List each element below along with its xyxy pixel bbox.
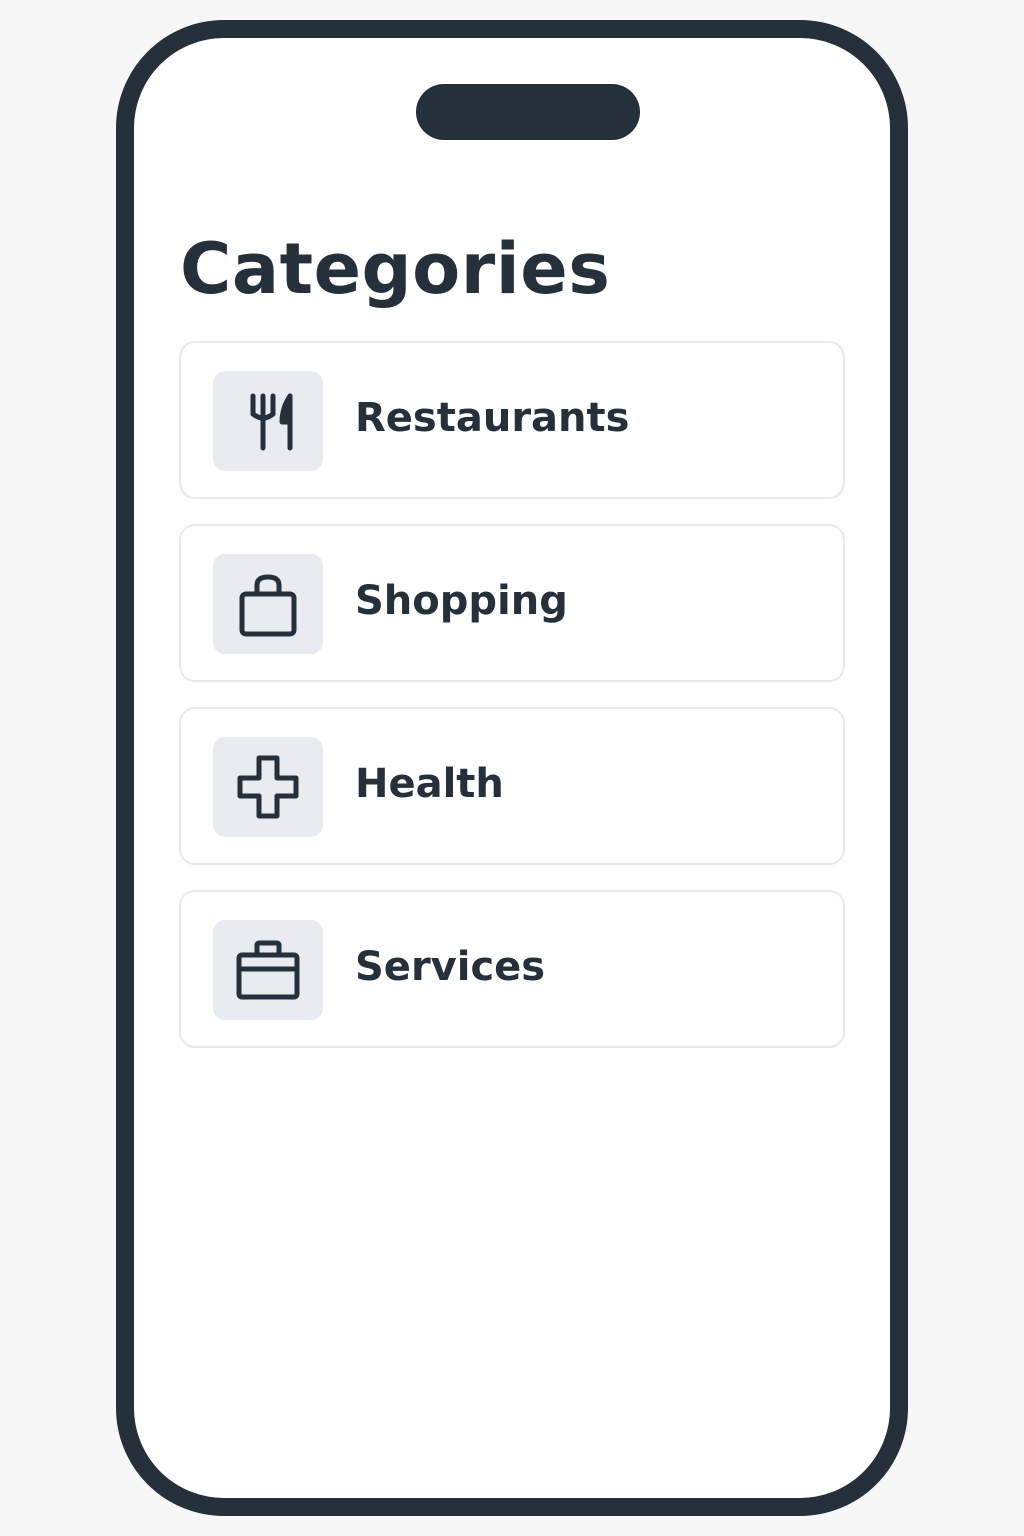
shopping-icon-box (213, 554, 323, 654)
page-title: Categories (180, 228, 611, 310)
health-icon-box (213, 737, 323, 837)
medical-cross-icon (237, 755, 299, 819)
phone-notch (416, 84, 640, 140)
category-item-shopping[interactable]: Shopping (179, 524, 845, 682)
category-item-services[interactable]: Services (179, 890, 845, 1048)
briefcase-icon (236, 940, 300, 1000)
phone-frame: Categories Restaurants Shopping Health S… (116, 20, 908, 1516)
restaurants-icon-box (213, 371, 323, 471)
fork-knife-icon (250, 393, 293, 451)
category-list: Restaurants Shopping Health Services (179, 341, 845, 1073)
category-label: Restaurants (355, 395, 630, 441)
shopping-bag-icon (239, 574, 297, 637)
category-label: Health (355, 761, 504, 807)
category-item-health[interactable]: Health (179, 707, 845, 865)
category-item-restaurants[interactable]: Restaurants (179, 341, 845, 499)
category-label: Shopping (355, 578, 568, 624)
services-icon-box (213, 920, 323, 1020)
category-label: Services (355, 944, 546, 990)
